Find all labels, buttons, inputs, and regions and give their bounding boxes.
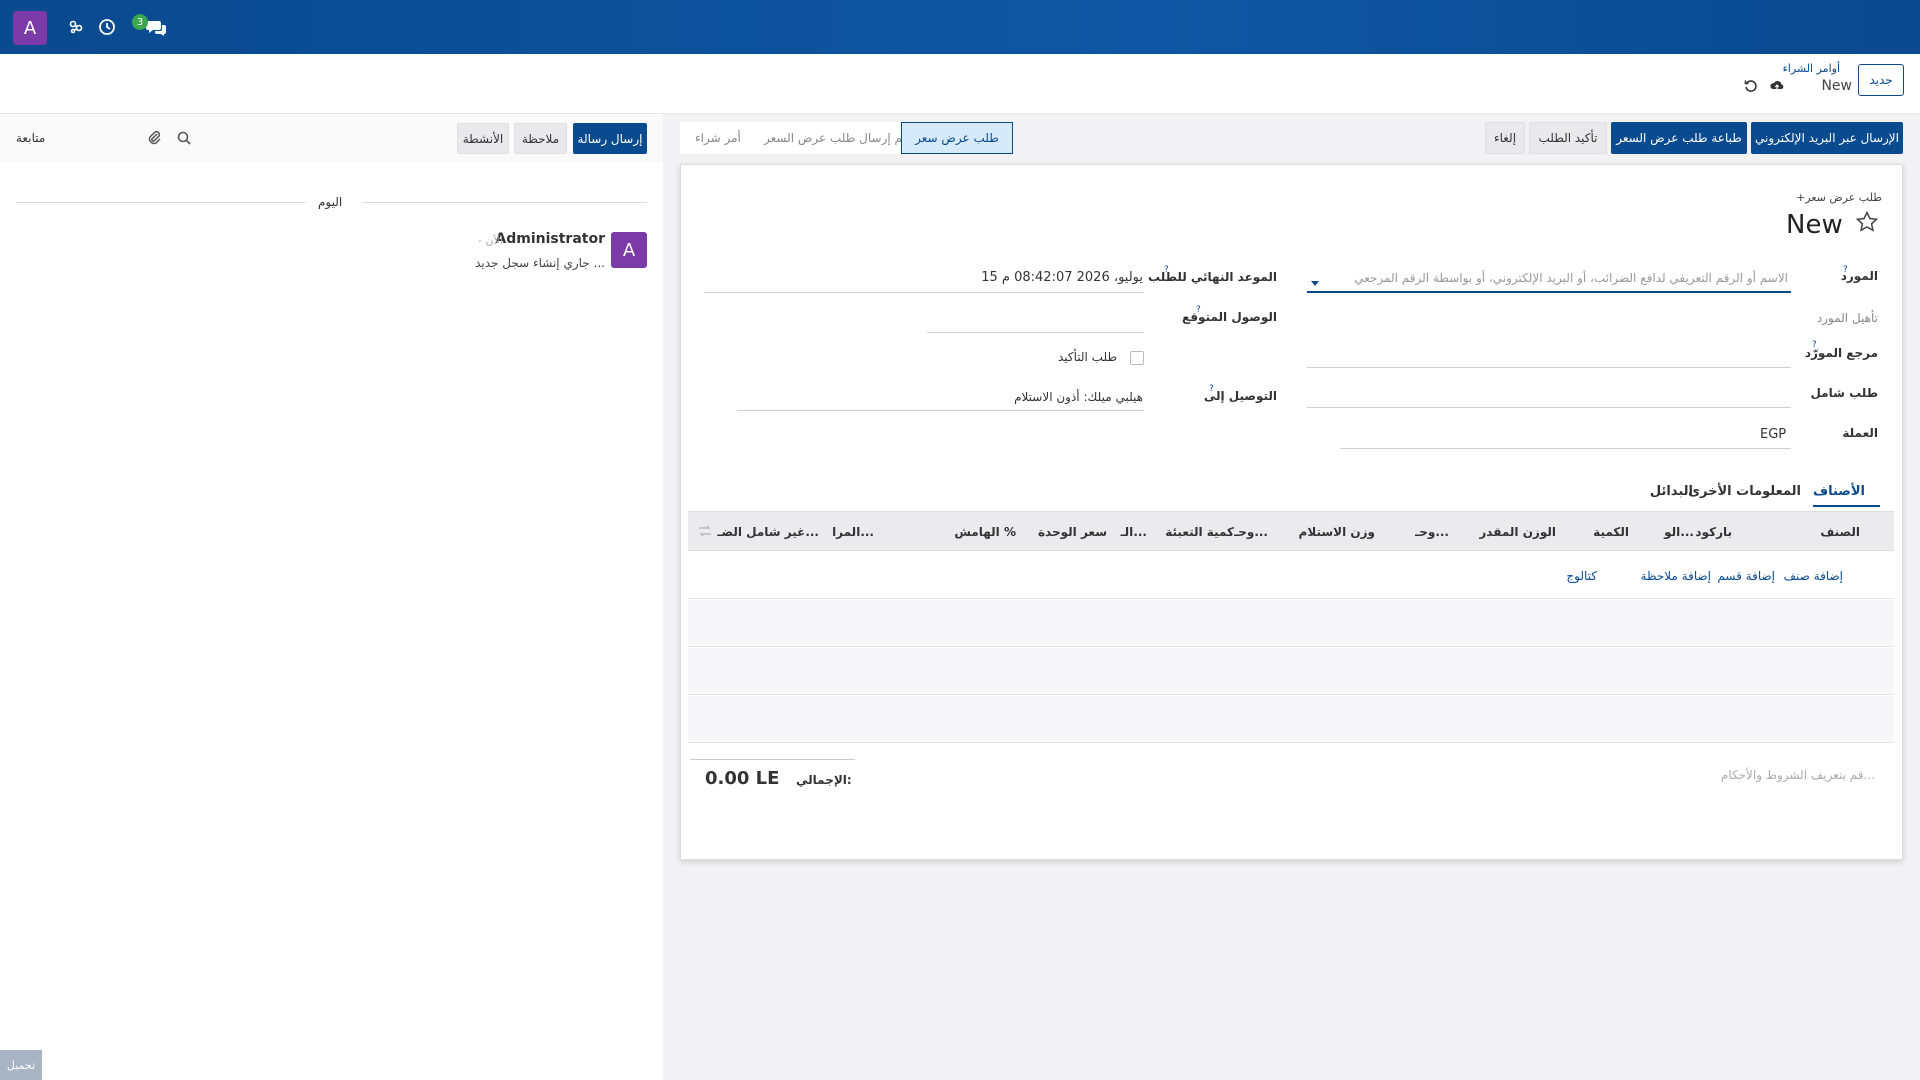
breadcrumb-purchase-orders[interactable]: أوامر الشراء (1783, 62, 1840, 75)
total-label: الإجمالي: (796, 773, 852, 787)
clock-icon[interactable] (97, 17, 117, 37)
optional-columns-icon[interactable] (698, 525, 712, 539)
message-avatar[interactable]: A (611, 232, 647, 268)
col-product[interactable]: الصنف (1820, 525, 1860, 539)
col-packaging[interactable]: الـ... (1121, 525, 1147, 539)
total-amount: 0.00 LE (705, 768, 780, 789)
deliver-to-label: التوصيل إلى (1203, 389, 1277, 403)
ask-confirmation-checkbox[interactable] (1130, 351, 1144, 365)
table-row-separator (688, 598, 1894, 599)
catalog-link[interactable]: كتالوج (1566, 569, 1597, 583)
ask-confirmation-label: طلب التأكيد (1057, 350, 1117, 364)
discard-icon[interactable] (1742, 77, 1760, 95)
col-barcode[interactable]: باركود (1695, 525, 1732, 539)
col-uom-2[interactable]: وحـ... (1234, 525, 1268, 539)
tab-products-underline (1813, 505, 1880, 507)
col-received-weight[interactable]: وزن الاستلام (1299, 525, 1375, 539)
confirm-order-button[interactable]: تأكيد الطلب (1529, 122, 1607, 154)
deliver-to-help-icon[interactable]: ? (1209, 384, 1214, 394)
add-section-link[interactable]: إضافة قسم (1717, 569, 1775, 583)
deliver-to-underline (737, 410, 1144, 411)
form-subtitle: +طلب عرض سعر (1796, 191, 1882, 204)
follow-button[interactable]: متابعة (16, 131, 45, 145)
col-reviews[interactable]: المرا... (832, 525, 874, 539)
new-button[interactable]: جديد (1858, 64, 1904, 96)
vendor-input[interactable]: الاسم أو الرقم التعريفي لدافع الضرائب، أ… (1354, 271, 1788, 285)
deliver-to-input[interactable]: هيلبي ميلك: أذون الاستلام (1014, 390, 1143, 404)
terms-and-conditions-input[interactable]: قم بتعريف الشروط والأحكام... (1721, 768, 1875, 782)
today-divider-left (16, 202, 306, 203)
vendor-reference-input[interactable] (1307, 367, 1791, 368)
col-estimated-weight[interactable]: الوزن المقدر (1479, 525, 1556, 539)
status-stages: أمر شراء تم إرسال طلب عرض السعر طلب عرض … (680, 122, 1013, 154)
messages-count-badge: 3 (132, 14, 148, 30)
message-time: - الآن (478, 234, 503, 247)
record-title: New (1786, 210, 1843, 240)
today-divider-right (362, 202, 647, 203)
table-row-separator (688, 742, 1894, 743)
today-label: اليوم (318, 195, 343, 209)
col-quantity[interactable]: الكمية (1593, 525, 1629, 539)
order-lines-table-header: الصنف باركود الو... الكمية الوزن المقدر … (688, 511, 1894, 551)
message-body: جاري إنشاء سجل جديد ... (475, 256, 605, 270)
vendor-help-icon[interactable]: ? (1843, 265, 1848, 275)
vendor-dropdown-icon[interactable] (1310, 276, 1320, 286)
blanket-order-input[interactable] (1307, 407, 1791, 408)
message-author[interactable]: Administrator (495, 231, 605, 247)
favorite-star-icon[interactable] (1855, 210, 1879, 234)
col-tax-excluded[interactable]: غير شامل الضـ... (717, 525, 819, 539)
currency-input[interactable]: EGP (1760, 427, 1786, 442)
stage-rfq-active[interactable]: طلب عرض سعر (901, 122, 1013, 154)
expected-arrival-input[interactable] (927, 332, 1144, 333)
tab-alternatives[interactable]: البدائل (1650, 484, 1693, 499)
tab-products[interactable]: الأصناف (1813, 484, 1865, 499)
stage-purchase-order[interactable]: أمر شراء (695, 122, 741, 154)
order-deadline-underline (704, 292, 1144, 293)
table-row-separator (688, 694, 1894, 695)
col-variant[interactable]: الو... (1664, 525, 1694, 539)
breadcrumb-current: New (1821, 78, 1852, 94)
expected-arrival-help-icon[interactable]: ? (1196, 305, 1201, 315)
tab-other-info[interactable]: المعلومات الأخرى (1688, 484, 1801, 499)
blanket-order-label: طلب شامل (1810, 386, 1878, 400)
col-margin[interactable]: الهامش % (954, 525, 1016, 539)
print-rfq-button[interactable]: طباعة طلب عرض السعر (1611, 122, 1747, 154)
messages-icon[interactable] (146, 17, 166, 37)
send-by-email-button[interactable]: الإرسال عبر البريد الإلكتروني (1751, 122, 1903, 154)
add-note-link[interactable]: إضافة ملاحظة (1641, 569, 1711, 583)
order-deadline-input[interactable]: 15 يوليو، 2026 08:42:07 م (981, 270, 1143, 285)
save-cloud-icon[interactable] (1768, 77, 1786, 95)
top-navbar: A 3 (0, 0, 1920, 54)
col-uom[interactable]: وحـ... (1415, 525, 1449, 539)
connections-icon[interactable] (66, 17, 86, 37)
send-message-button[interactable]: إرسال رسالة (573, 123, 647, 154)
search-icon[interactable] (175, 129, 193, 147)
upload-button[interactable]: تحميل (0, 1050, 42, 1080)
currency-label: العملة (1842, 426, 1878, 440)
stage-rfq-sent[interactable]: تم إرسال طلب عرض السعر (764, 122, 906, 154)
table-empty-row (688, 600, 1894, 646)
table-empty-row (688, 648, 1894, 694)
table-empty-row (688, 696, 1894, 742)
vendor-underline (1307, 291, 1791, 293)
user-avatar[interactable]: A (13, 11, 47, 45)
vendor-qualification-label: تأهيل المورد (1816, 311, 1878, 325)
col-unit-price[interactable]: سعر الوحدة (1038, 525, 1107, 539)
activities-button[interactable]: الأنشطة (457, 123, 509, 154)
attachment-icon[interactable] (145, 129, 163, 147)
add-product-link[interactable]: إضافة صنف (1784, 569, 1843, 583)
totals-divider (690, 759, 855, 760)
order-deadline-help-icon[interactable]: ? (1164, 265, 1169, 275)
table-row-separator (688, 646, 1894, 647)
vendor-reference-help-icon[interactable]: ? (1812, 340, 1817, 350)
log-note-button[interactable]: ملاحظة (514, 123, 567, 154)
currency-underline (1340, 448, 1791, 449)
cancel-button[interactable]: إلغاء (1485, 122, 1525, 154)
col-packaging-qty[interactable]: كمية التعبئة (1165, 525, 1234, 539)
